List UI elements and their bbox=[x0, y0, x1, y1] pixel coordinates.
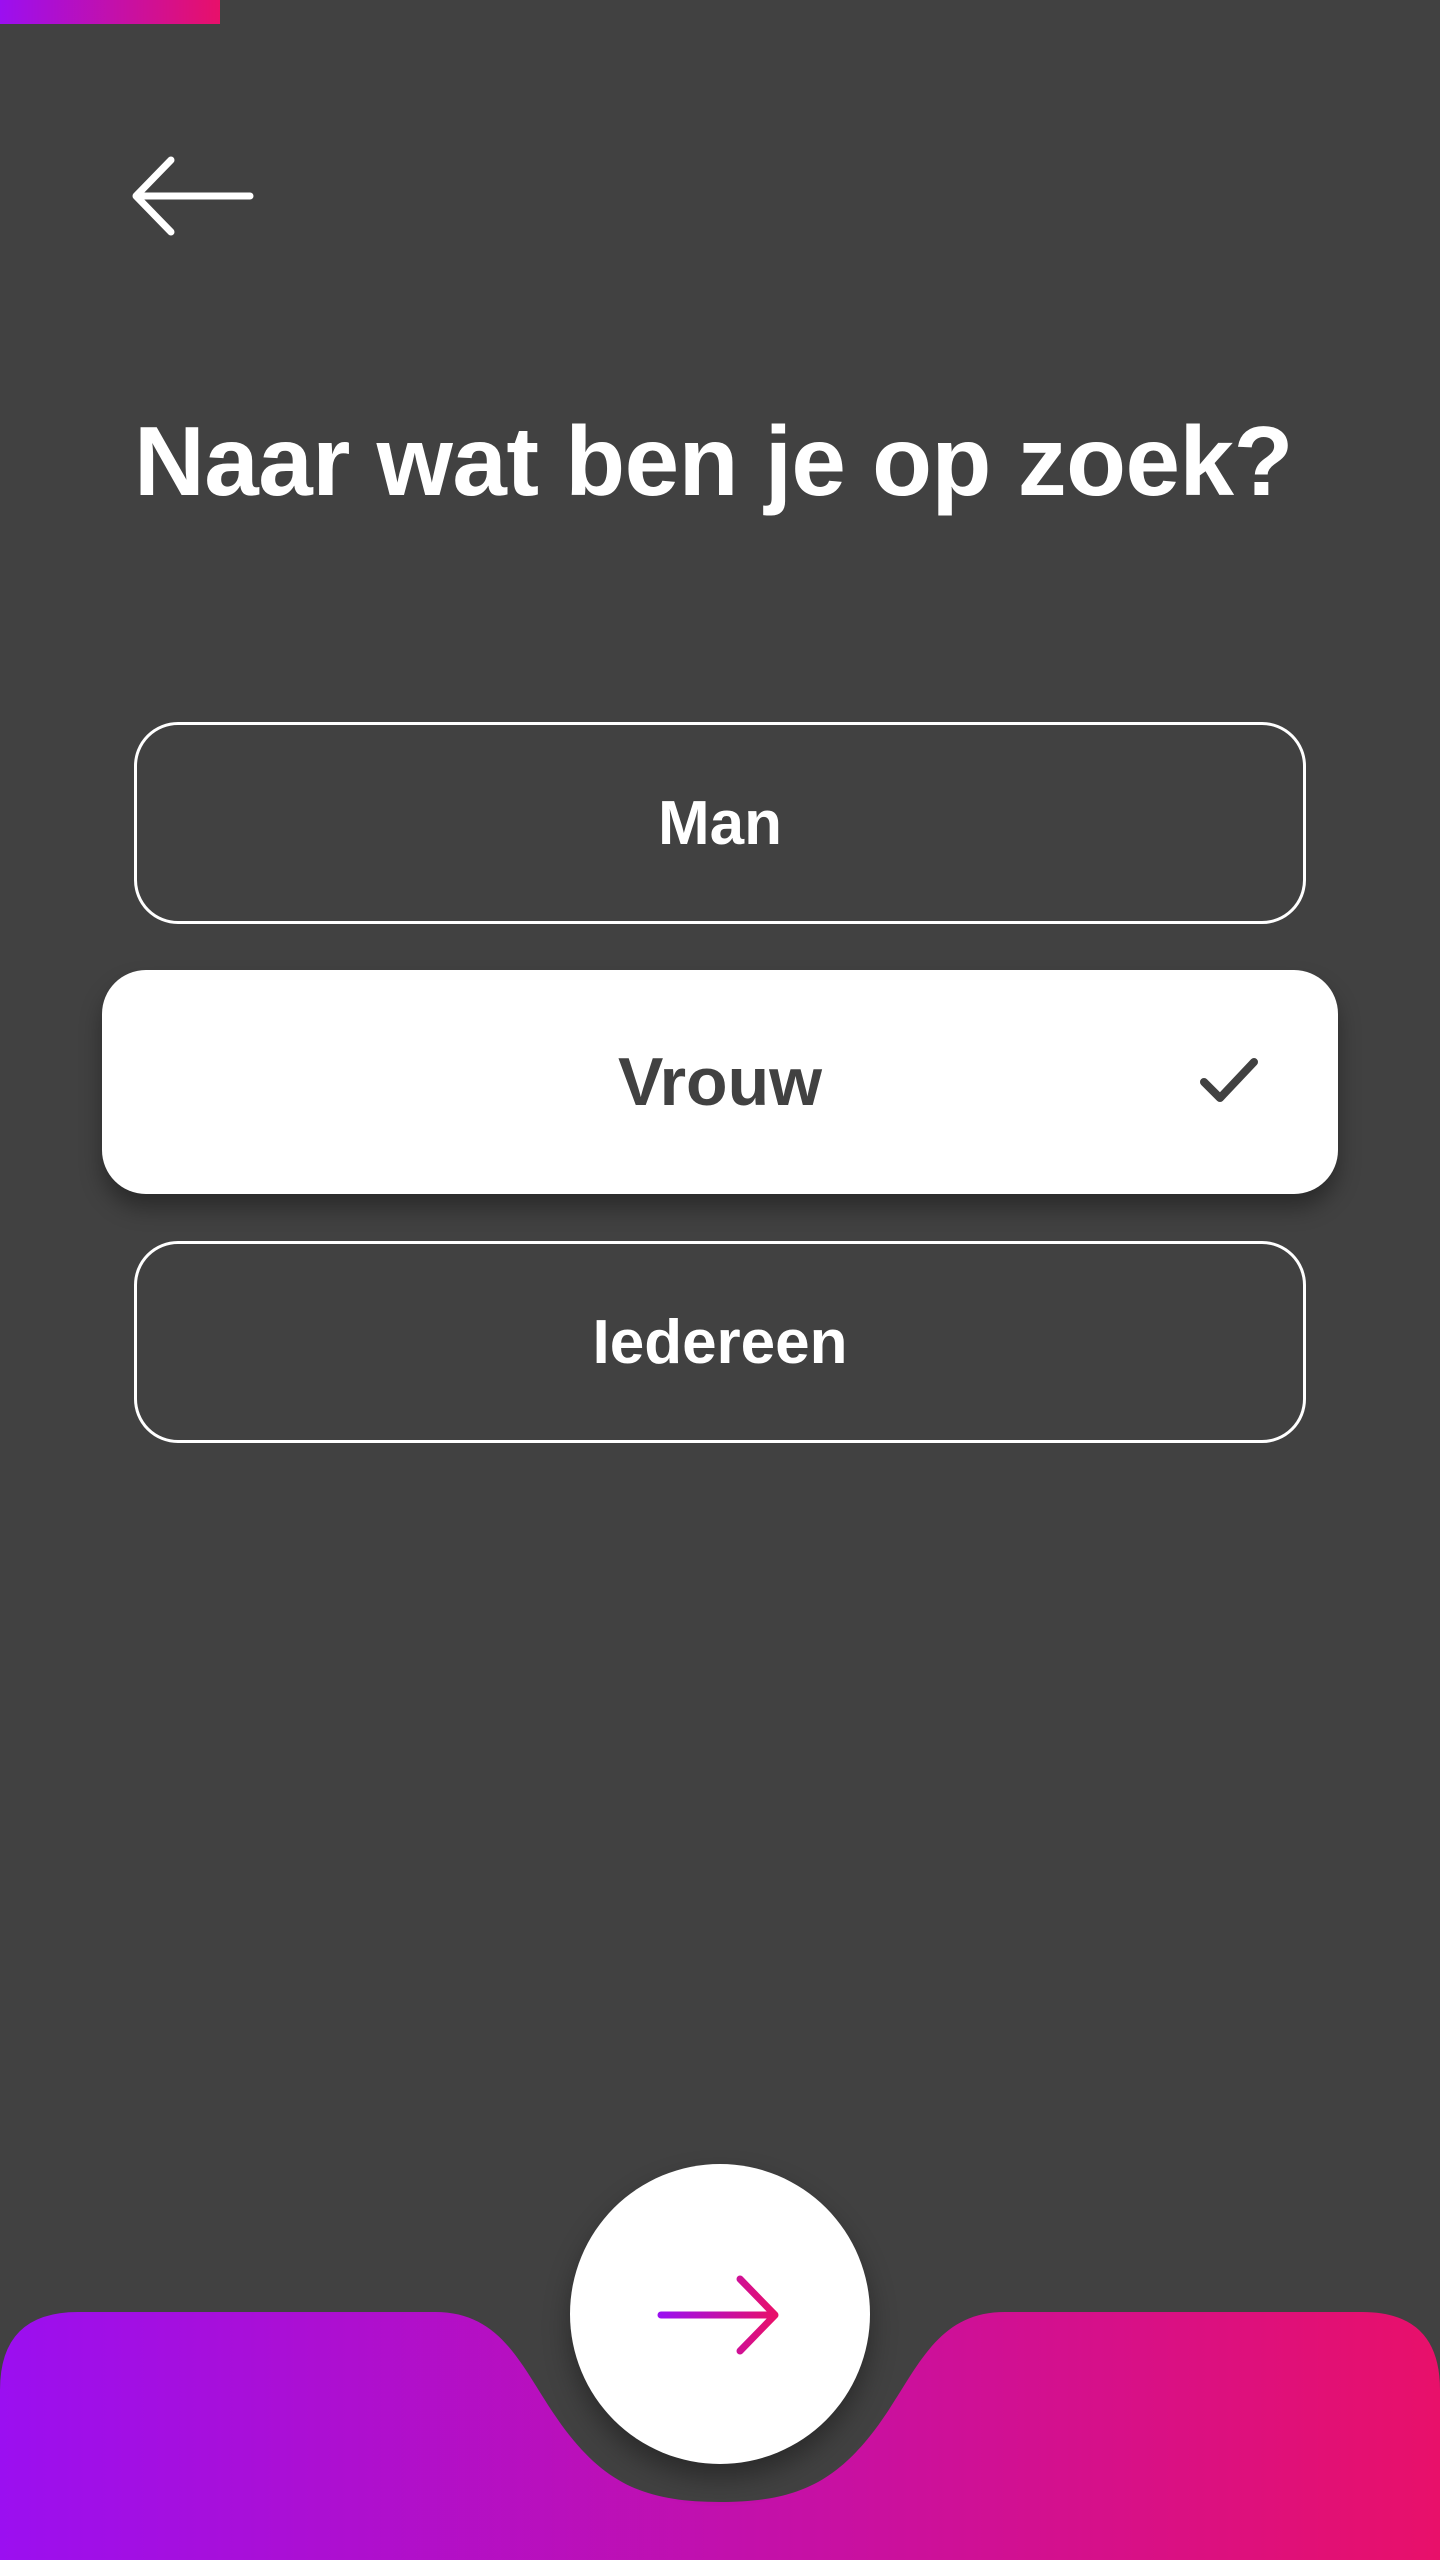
arrow-right-icon bbox=[657, 2275, 779, 2355]
back-button[interactable] bbox=[126, 150, 256, 240]
option-label: Man bbox=[658, 788, 782, 858]
progress-bar bbox=[0, 0, 1440, 24]
arrow-left-icon bbox=[132, 156, 254, 236]
option-vrouw-button[interactable]: Vrouw bbox=[102, 970, 1338, 1194]
option-man-button[interactable]: Man bbox=[134, 722, 1306, 924]
next-button[interactable] bbox=[570, 2164, 870, 2464]
checkmark-icon bbox=[1198, 1054, 1260, 1106]
option-iedereen-button[interactable]: Iedereen bbox=[134, 1241, 1306, 1443]
page-title: Naar wat ben je op zoek? bbox=[134, 406, 1293, 516]
option-label: Vrouw bbox=[617, 1044, 823, 1120]
progress-bar-fill bbox=[0, 0, 221, 24]
option-label: Iedereen bbox=[592, 1307, 848, 1377]
